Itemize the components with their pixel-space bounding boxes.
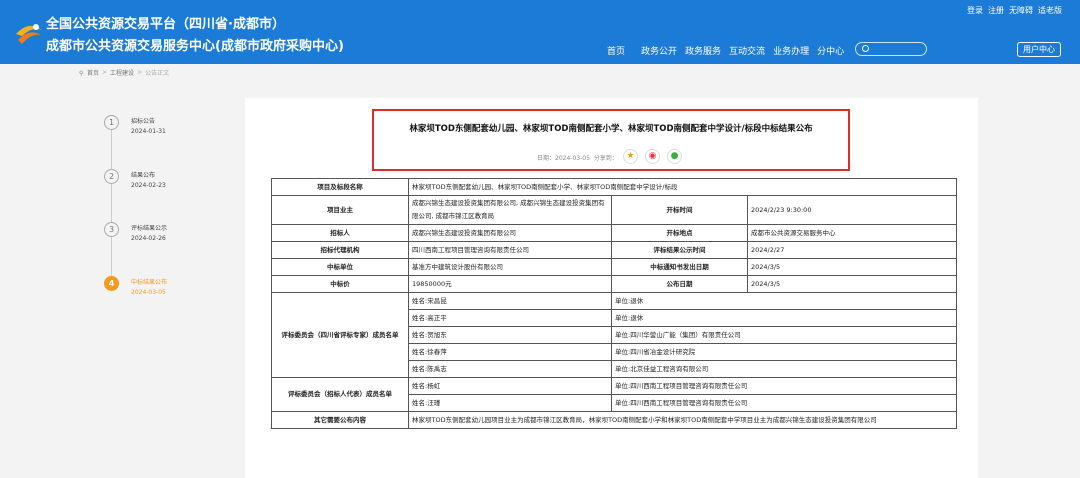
expert-name: 姓名:宋昌昆 [408, 292, 612, 310]
expert-name: 姓名:贺旭东 [408, 326, 612, 344]
timeline-step-1-marker[interactable]: 1 [104, 115, 119, 130]
table-row: 其它需要公布内容 林家坝TOD东侧配套幼儿园项目业主为成都市锦江区教育局，林家坝… [271, 411, 958, 429]
open-time-value: 2024/2/23 9:30:00 [746, 195, 958, 225]
timeline-step-2-label[interactable]: 结果公布 [131, 170, 155, 179]
agency-label: 招标代理机构 [271, 241, 409, 259]
timeline-step-1-date: 2024-01-31 [131, 128, 166, 135]
price-label: 中标价 [271, 275, 409, 293]
table-row: 招标人 成都兴锦生态建设投资集团有限公司 开标地点 成都市公共资源交易服务中心 [271, 224, 958, 242]
expert-unit: 单位:退休 [610, 309, 958, 327]
nav-sub-centers[interactable]: 分中心 [817, 44, 844, 57]
article-title: 林家坝TOD东侧配套幼儿园、林家坝TOD南侧配套小学、林家坝TOD南侧配套中学设… [409, 124, 813, 134]
site-header: 全国公共资源交易平台（四川省·成都市） 成都市公共资源交易服务中心(成都市政府采… [0, 0, 1080, 64]
expert-name: 姓名:徐春萍 [408, 343, 612, 361]
project-name-value: 林家坝TOD东侧配套幼儿园、林家坝TOD南侧配套小学、林家坝TOD南侧配套中学设… [407, 178, 958, 196]
nav-home[interactable]: 首页 [607, 44, 625, 57]
date-label: 日期： [537, 155, 556, 162]
timeline-step-3-date: 2024-02-26 [131, 235, 166, 242]
expert-committee-label: 评标委员会（四川省评标专家）成员名单 [271, 292, 409, 378]
table-row: 项目业主 成都兴锦生态建设投资集团有限公司, 成都兴锦生态建设投资集团有限公司,… [271, 195, 958, 225]
qzone-share-icon[interactable]: ★ [623, 149, 638, 164]
timeline-step-3-marker[interactable]: 3 [104, 222, 119, 237]
user-center-button[interactable]: 用户中心 [1017, 42, 1061, 57]
rep-name: 姓名:杨虹 [408, 377, 612, 395]
publicity-label: 评标结果公示时间 [611, 241, 748, 259]
winner-label: 中标单位 [271, 258, 409, 276]
login-link[interactable]: 登录 [967, 5, 983, 16]
weibo-share-icon[interactable]: ◉ [645, 149, 660, 164]
result-table: 项目及标段名称 林家坝TOD东侧配套幼儿园、林家坝TOD南侧配套小学、林家坝TO… [271, 178, 958, 429]
timeline-step-4-label[interactable]: 中标结果公布 [131, 277, 167, 286]
article-meta: 日期：2024-03-05 分享到： [537, 153, 618, 162]
table-row: 招标代理机构 四川西南工程项目管理咨询有限责任公司 评标结果公示时间 2024/… [271, 241, 958, 259]
nav-public-affairs[interactable]: 政务公开 [641, 44, 677, 57]
share-label: 分享到： [593, 155, 618, 162]
rep-unit: 单位:四川西南工程项目管理咨询有限责任公司 [610, 377, 958, 395]
timeline-step-4-date: 2024-03-05 [131, 289, 166, 296]
timeline-line [111, 121, 112, 283]
timeline-step-2-date: 2024-02-23 [131, 182, 166, 189]
announce-date-value: 2024/3/5 [746, 275, 958, 293]
table-row: 评标委员会（四川省评标专家）成员名单 姓名:宋昌昆 单位:退休 [271, 292, 958, 378]
search-icon[interactable] [862, 45, 869, 52]
expert-unit: 单位:北京佳益工程咨询有限公司 [610, 360, 958, 378]
nav-business[interactable]: 业务办理 [773, 44, 809, 57]
expert-unit: 单位:退休 [610, 292, 958, 310]
timeline-step-1-label[interactable]: 招标公告 [131, 116, 155, 125]
main-nav: 首页 政务公开 政务服务 互动交流 业务办理 分中心 [607, 44, 844, 57]
nav-gov-services[interactable]: 政务服务 [685, 44, 721, 57]
register-link[interactable]: 注册 [988, 5, 1004, 16]
winner-value: 基准方中建筑设计股份有限公司 [408, 258, 612, 276]
notice-date-value: 2024/3/5 [746, 258, 958, 276]
table-row: 项目及标段名称 林家坝TOD东侧配套幼儿园、林家坝TOD南侧配套小学、林家坝TO… [271, 178, 958, 196]
agency-value: 四川西南工程项目管理咨询有限责任公司 [408, 241, 612, 259]
elderly-mode-link[interactable]: 适老版 [1038, 5, 1062, 16]
top-links: 登录 注册 无障碍 适老版 [967, 5, 1062, 16]
open-time-label: 开标时间 [611, 195, 748, 225]
table-row: 中标价 19850000元 公布日期 2024/3/5 [271, 275, 958, 293]
price-value: 19850000元 [408, 275, 612, 293]
other-label: 其它需要公布内容 [271, 411, 409, 429]
publicity-value: 2024/2/27 [746, 241, 958, 259]
breadcrumb-current: 公告正文 [145, 70, 170, 77]
timeline-step-3-label[interactable]: 评标结果公示 [131, 223, 167, 232]
breadcrumb: ⚲ 首页 > 工程建设 > 公告正文 [79, 68, 169, 77]
announce-date-label: 公布日期 [611, 275, 748, 293]
nav-interaction[interactable]: 互动交流 [729, 44, 765, 57]
table-row: 中标单位 基准方中建筑设计股份有限公司 中标通知书发出日期 2024/3/5 [271, 258, 958, 276]
expert-name: 姓名:高正平 [408, 309, 612, 327]
other-value: 林家坝TOD东侧配套幼儿园项目业主为成都市锦江区教育局，林家坝TOD南侧配套小学… [407, 411, 958, 429]
rep-unit: 单位:四川西南工程项目管理咨询有限责任公司 [610, 394, 958, 412]
tenderer-value: 成都兴锦生态建设投资集团有限公司 [408, 224, 612, 242]
breadcrumb-separator: > [137, 69, 143, 76]
rep-name: 姓名:汪瑾 [408, 394, 612, 412]
timeline-step-2-marker[interactable]: 2 [104, 169, 119, 184]
table-row: 评标委员会（招标人代表）成员名单 姓名:杨虹 单位:四川西南工程项目管理咨询有限… [271, 377, 958, 412]
breadcrumb-separator: > [102, 69, 108, 76]
site-title-secondary: 成都市公共资源交易服务中心(成都市政府采购中心) [46, 39, 344, 54]
expert-unit: 单位:四川华蓥山广能（集团）有限责任公司 [610, 326, 958, 344]
accessibility-link[interactable]: 无障碍 [1009, 5, 1033, 16]
open-place-label: 开标地点 [611, 224, 748, 242]
location-pin-icon: ⚲ [79, 69, 84, 77]
site-logo-icon[interactable] [14, 20, 44, 46]
expert-name: 姓名:陈禹志 [408, 360, 612, 378]
notice-date-label: 中标通知书发出日期 [611, 258, 748, 276]
wechat-share-icon[interactable]: ● [667, 149, 682, 164]
site-title-primary: 全国公共资源交易平台（四川省·成都市） [46, 17, 285, 32]
breadcrumb-home[interactable]: 首页 [87, 68, 99, 77]
expert-unit: 单位:四川省冶金设计研究院 [610, 343, 958, 361]
tenderer-label: 招标人 [271, 224, 409, 242]
article-date: 2024-03-05 [555, 155, 590, 162]
tenderer-committee-label: 评标委员会（招标人代表）成员名单 [271, 377, 409, 412]
breadcrumb-engineering[interactable]: 工程建设 [110, 68, 134, 77]
search-input[interactable] [855, 42, 927, 56]
project-name-label: 项目及标段名称 [271, 178, 409, 196]
owner-label: 项目业主 [271, 195, 409, 225]
open-place-value: 成都市公共资源交易服务中心 [746, 224, 958, 242]
owner-value: 成都兴锦生态建设投资集团有限公司, 成都兴锦生态建设投资集团有限公司, 成都市锦… [408, 195, 612, 225]
timeline-step-4-marker[interactable]: 4 [104, 276, 119, 291]
